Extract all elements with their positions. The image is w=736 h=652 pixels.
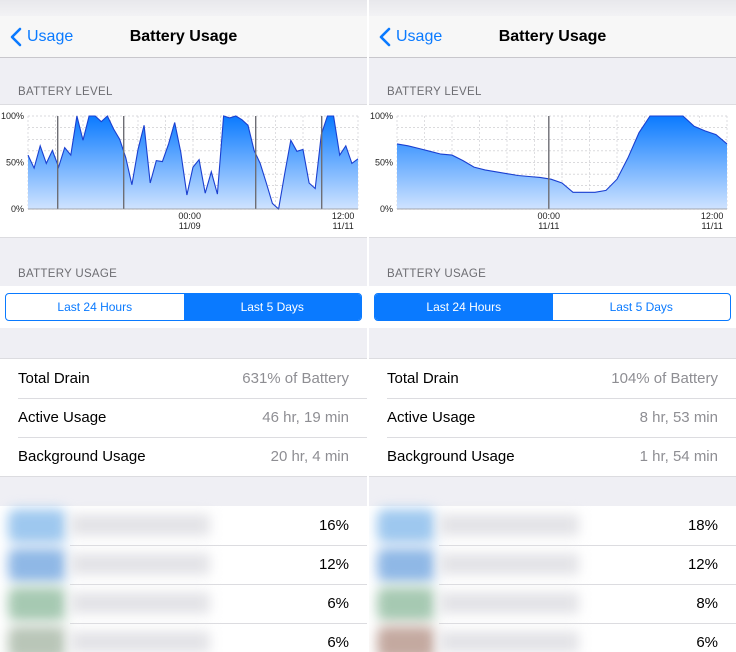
battery-level-header: BATTERY LEVEL: [387, 86, 482, 98]
x-tick-time: 12:00: [332, 211, 355, 221]
stat-label: Background Usage: [18, 448, 146, 465]
stat-value: 631% of Battery: [242, 370, 349, 387]
stat-row-background-usage: Background Usage 20 hr, 4 min: [0, 437, 367, 476]
blurred-app-icon: [377, 509, 435, 543]
x-tick-time: 00:00: [538, 211, 561, 221]
back-button[interactable]: Usage: [10, 16, 73, 58]
app-row[interactable]: 6%: [0, 623, 367, 652]
y-tick-label: 0%: [380, 204, 393, 214]
app-usage-list: 16% 12% 6% 6%: [0, 506, 367, 652]
segment-last-24-hours[interactable]: Last 24 Hours: [375, 294, 553, 320]
segment-last-5-days[interactable]: Last 5 Days: [553, 294, 731, 320]
screen-right: Usage Battery Usage BATTERY LEVEL 100% 50…: [369, 0, 736, 652]
usage-stats: Total Drain 631% of Battery Active Usage…: [0, 358, 367, 477]
stat-value: 1 hr, 54 min: [639, 448, 718, 465]
app-row[interactable]: 18%: [369, 506, 736, 545]
x-tick-date: 11/11: [333, 221, 354, 231]
blurred-app-name: [439, 514, 579, 536]
app-percent: 12%: [318, 556, 349, 573]
blurred-app-icon: [377, 626, 435, 652]
stat-value: 8 hr, 53 min: [639, 409, 718, 426]
chevron-left-icon: [379, 27, 391, 47]
app-percent: 6%: [696, 634, 718, 651]
y-tick-label: 50%: [6, 158, 24, 168]
blurred-app-icon: [8, 587, 66, 621]
chart-svg: 100% 50% 0% 00:0011/09 12:0011/11: [1, 111, 359, 231]
app-row[interactable]: 6%: [369, 623, 736, 652]
y-tick-label: 100%: [370, 111, 393, 121]
app-row[interactable]: 12%: [369, 545, 736, 584]
blurred-app-name: [70, 553, 210, 575]
stat-value: 104% of Battery: [611, 370, 718, 387]
x-tick-date: 11/09: [179, 221, 201, 231]
y-tick-label: 50%: [375, 158, 393, 168]
battery-level-header: BATTERY LEVEL: [18, 86, 113, 98]
blurred-app-icon: [377, 548, 435, 582]
app-percent: 6%: [327, 595, 349, 612]
screen-left: Usage Battery Usage BATTERY LEVEL 100% 50…: [0, 0, 367, 652]
x-tick-time: 00:00: [178, 211, 201, 221]
blurred-app-name: [439, 631, 579, 652]
time-range-segmented-control[interactable]: Last 24 Hours Last 5 Days: [374, 293, 731, 321]
app-row[interactable]: 6%: [0, 584, 367, 623]
stat-row-background-usage: Background Usage 1 hr, 54 min: [369, 437, 736, 476]
app-percent: 18%: [687, 517, 718, 534]
stat-label: Total Drain: [18, 370, 90, 387]
segment-last-24-hours[interactable]: Last 24 Hours: [6, 294, 184, 320]
blurred-app-icon: [8, 626, 66, 652]
stat-row-active-usage: Active Usage 46 hr, 19 min: [0, 398, 367, 437]
back-button[interactable]: Usage: [379, 16, 442, 58]
blurred-app-icon: [8, 509, 66, 543]
battery-usage-header: BATTERY USAGE: [18, 268, 118, 280]
nav-bar: Usage Battery Usage: [0, 16, 367, 58]
stat-row-total-drain: Total Drain 104% of Battery: [369, 359, 736, 398]
battery-level-chart: 100% 50% 0% 00:00 11/11 12:00 11/11: [369, 104, 736, 238]
stat-value: 46 hr, 19 min: [262, 409, 349, 426]
stat-label: Active Usage: [387, 409, 476, 426]
stat-label: Background Usage: [387, 448, 515, 465]
stat-label: Active Usage: [18, 409, 107, 426]
app-percent: 16%: [318, 517, 349, 534]
app-row[interactable]: 12%: [0, 545, 367, 584]
app-percent: 8%: [696, 595, 718, 612]
app-percent: 6%: [327, 634, 349, 651]
chart-svg: 100%50%0%00:0011/1112:0011/11: [370, 111, 728, 231]
app-row[interactable]: 8%: [369, 584, 736, 623]
stat-value: 20 hr, 4 min: [270, 448, 349, 465]
x-tick-date: 11/11: [538, 221, 559, 231]
blurred-app-name: [70, 514, 210, 536]
stat-row-active-usage: Active Usage 8 hr, 53 min: [369, 398, 736, 437]
x-tick-date: 11/11: [702, 221, 723, 231]
x-tick-time: 12:00: [701, 211, 724, 221]
app-row[interactable]: 16%: [0, 506, 367, 545]
app-percent: 12%: [687, 556, 718, 573]
blurred-app-name: [70, 631, 210, 652]
chevron-left-icon: [10, 27, 22, 47]
blurred-app-icon: [8, 548, 66, 582]
app-usage-list: 18% 12% 8% 6%: [369, 506, 736, 652]
segment-last-5-days[interactable]: Last 5 Days: [183, 294, 361, 320]
back-label: Usage: [27, 28, 74, 45]
time-range-segmented-control[interactable]: Last 24 Hours Last 5 Days: [5, 293, 362, 321]
blurred-app-name: [439, 553, 579, 575]
nav-bar: Usage Battery Usage: [369, 16, 736, 58]
back-label: Usage: [396, 28, 443, 45]
blurred-app-name: [439, 592, 579, 614]
blurred-app-name: [70, 592, 210, 614]
y-tick-label: 100%: [1, 111, 24, 121]
battery-usage-header: BATTERY USAGE: [387, 268, 487, 280]
battery-level-chart: 100% 50% 0% 00:00 11/09 12:00 11/11: [0, 104, 367, 238]
stat-label: Total Drain: [387, 370, 459, 387]
y-tick-label: 0%: [11, 204, 24, 214]
usage-stats: Total Drain 104% of Battery Active Usage…: [369, 358, 736, 477]
stat-row-total-drain: Total Drain 631% of Battery: [0, 359, 367, 398]
blurred-app-icon: [377, 587, 435, 621]
